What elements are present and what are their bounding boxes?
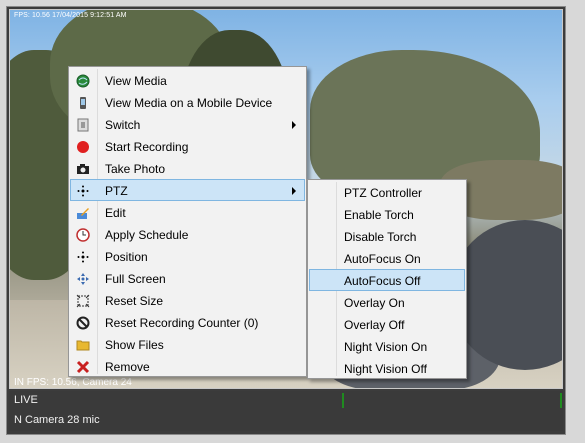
audio-level-tick [342, 393, 344, 408]
submenu-item-enable-torch[interactable]: Enable Torch [309, 203, 465, 225]
menu-item-start-recording[interactable]: Start Recording [70, 135, 305, 157]
menu-item-remove[interactable]: Remove [70, 355, 305, 377]
no-icon [75, 315, 91, 331]
menu-item-label: PTZ [105, 184, 128, 198]
status-bar: LIVE N Camera 28 mic [9, 391, 563, 431]
menu-item-view-media[interactable]: View Media [70, 69, 305, 91]
remove-icon [75, 359, 91, 375]
submenu-item-overlay-on[interactable]: Overlay On [309, 291, 465, 313]
camera-icon [75, 161, 91, 177]
menu-item-label: Remove [105, 360, 150, 374]
submenu-item-night-vision-off[interactable]: Night Vision Off [309, 357, 465, 379]
fullscreen-icon [75, 271, 91, 287]
ptz-submenu: PTZ Controller Enable Torch Disable Torc… [307, 179, 467, 379]
menu-item-label: Switch [105, 118, 141, 132]
submenu-item-label: Disable Torch [344, 230, 417, 244]
live-label: LIVE [14, 394, 38, 406]
reset-size-icon [75, 293, 91, 309]
submenu-item-ptz-controller[interactable]: PTZ Controller [309, 181, 465, 203]
menu-item-label: Edit [105, 206, 126, 220]
menu-item-reset-recording-counter[interactable]: Reset Recording Counter (0) [70, 311, 305, 333]
menu-item-view-media-mobile[interactable]: View Media on a Mobile Device [70, 91, 305, 113]
submenu-item-autofocus-off[interactable]: AutoFocus Off [309, 269, 465, 291]
submenu-item-label: PTZ Controller [344, 186, 423, 200]
audio-level-tick [560, 393, 562, 408]
submenu-item-label: Night Vision On [344, 340, 428, 354]
submenu-item-label: AutoFocus On [344, 252, 421, 266]
mobile-icon [75, 95, 91, 111]
menu-item-label: Show Files [105, 338, 164, 352]
submenu-item-label: AutoFocus Off [344, 274, 421, 288]
menu-item-ptz[interactable]: PTZ [70, 179, 305, 201]
menu-item-label: Apply Schedule [105, 228, 189, 242]
menu-item-label: View Media [105, 74, 167, 88]
globe-icon [75, 73, 91, 89]
camera-name-label: IN FPS: 10.56, Camera 24 [14, 377, 132, 388]
folder-icon [75, 337, 91, 353]
submenu-item-overlay-off[interactable]: Overlay Off [309, 313, 465, 335]
position-icon [75, 249, 91, 265]
submenu-item-label: Overlay Off [344, 318, 405, 332]
submenu-arrow-icon [292, 121, 296, 129]
menu-item-apply-schedule[interactable]: Apply Schedule [70, 223, 305, 245]
feed-timestamp: FPS: 10.56 17/04/2015 9:12:51 AM [14, 12, 127, 19]
submenu-item-label: Enable Torch [344, 208, 414, 222]
submenu-item-autofocus-on[interactable]: AutoFocus On [309, 247, 465, 269]
edit-icon [75, 205, 91, 221]
submenu-item-label: Overlay On [344, 296, 405, 310]
menu-item-take-photo[interactable]: Take Photo [70, 157, 305, 179]
menu-item-label: Full Screen [105, 272, 166, 286]
menu-item-label: View Media on a Mobile Device [105, 96, 273, 110]
audio-camera-label: N Camera 28 mic [14, 414, 100, 426]
submenu-item-label: Night Vision Off [344, 362, 427, 376]
context-menu: View Media View Media on a Mobile Device… [68, 66, 307, 377]
menu-item-show-files[interactable]: Show Files [70, 333, 305, 355]
submenu-arrow-icon [292, 187, 296, 195]
menu-item-label: Reset Size [105, 294, 164, 308]
menu-item-label: Reset Recording Counter (0) [105, 316, 259, 330]
menu-item-label: Position [105, 250, 148, 264]
menu-item-label: Start Recording [105, 140, 189, 154]
menu-item-switch[interactable]: Switch [70, 113, 305, 135]
menu-item-position[interactable]: Position [70, 245, 305, 267]
ptz-icon [75, 183, 91, 199]
menu-item-edit[interactable]: Edit [70, 201, 305, 223]
menu-item-label: Take Photo [105, 162, 166, 176]
menu-item-full-screen[interactable]: Full Screen [70, 267, 305, 289]
switch-icon [75, 117, 91, 133]
submenu-item-night-vision-on[interactable]: Night Vision On [309, 335, 465, 357]
menu-item-reset-size[interactable]: Reset Size [70, 289, 305, 311]
submenu-item-disable-torch[interactable]: Disable Torch [309, 225, 465, 247]
clock-icon [75, 227, 91, 243]
record-icon [75, 139, 91, 155]
